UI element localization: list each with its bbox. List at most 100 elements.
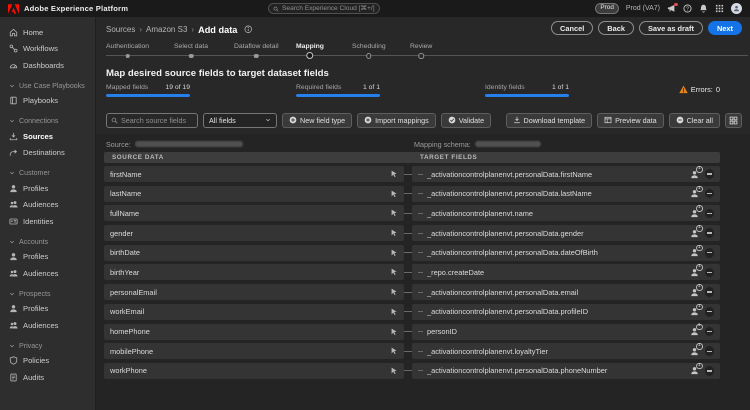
remove-mapping-button[interactable] <box>704 188 714 199</box>
identity-count-icon[interactable]: 1 <box>690 323 703 336</box>
clear-all-button[interactable]: Clear all <box>668 112 720 128</box>
remove-mapping-button[interactable] <box>704 169 714 179</box>
source-field-cell[interactable]: birthYear <box>104 264 404 281</box>
identity-count-icon[interactable]: 1 <box>690 264 703 277</box>
sidebar-group-use-case-playbooks[interactable]: Use Case Playbooks <box>0 79 95 93</box>
sidebar-item-audiences[interactable]: Audiences <box>0 197 95 214</box>
global-search-input[interactable] <box>282 5 375 12</box>
sidebar-item-playbooks[interactable]: Playbooks <box>0 93 95 110</box>
import-mappings-button[interactable]: Import mappings <box>357 112 436 128</box>
identity-count-icon[interactable]: 1 <box>690 343 703 356</box>
sidebar-item-dashboards[interactable]: Dashboards <box>0 57 95 74</box>
source-field-search-input[interactable] <box>121 115 193 125</box>
map-field-icon[interactable] <box>390 170 398 178</box>
remove-mapping-button[interactable] <box>704 267 714 278</box>
step-dataflow-detail[interactable]: Dataflow detail <box>234 43 279 58</box>
map-field-icon[interactable] <box>390 367 398 375</box>
step-mapping[interactable]: Mapping <box>296 43 324 59</box>
map-field-icon[interactable] <box>390 347 398 355</box>
source-field-cell[interactable]: fullName <box>104 205 404 222</box>
remove-mapping-button[interactable] <box>704 228 714 238</box>
sidebar-item-workflows[interactable]: Workflows <box>0 41 95 58</box>
info-icon[interactable] <box>244 25 253 34</box>
step-scheduling[interactable]: Scheduling <box>352 43 386 59</box>
sidebar-item-profiles[interactable]: Profiles <box>0 249 95 266</box>
notifications-bell-icon[interactable] <box>699 4 708 13</box>
sidebar-item-audits[interactable]: Audits <box>0 369 95 386</box>
remove-mapping-button[interactable] <box>704 248 714 258</box>
sidebar-item-home[interactable]: Home <box>0 24 95 41</box>
preview-data-button[interactable]: Preview data <box>597 112 664 128</box>
sidebar-item-sources[interactable]: Sources <box>0 128 95 145</box>
identity-count-icon[interactable]: 1 <box>690 185 703 198</box>
map-field-icon[interactable] <box>390 209 398 217</box>
sidebar-item-audiences[interactable]: Audiences <box>0 265 95 282</box>
identity-count-icon[interactable]: 1 <box>690 362 703 375</box>
target-field-cell[interactable]: personID 1 <box>412 323 720 340</box>
cancel-button[interactable]: Cancel <box>551 21 594 35</box>
org-name[interactable]: Prod (VA7) <box>626 5 660 12</box>
source-field-cell[interactable]: gender <box>104 225 404 242</box>
help-icon[interactable]: ? <box>683 4 692 13</box>
target-field-cell[interactable]: _activationcontrolplanenvt.personalData.… <box>412 225 720 242</box>
target-field-cell[interactable]: _activationcontrolplanenvt.personalData.… <box>412 185 720 202</box>
sidebar-group-accounts[interactable]: Accounts <box>0 235 95 249</box>
remove-mapping-button[interactable] <box>704 287 714 297</box>
step-authentication[interactable]: Authentication <box>106 43 149 58</box>
source-field-cell[interactable]: mobilePhone <box>104 343 404 360</box>
map-field-icon[interactable] <box>390 308 398 316</box>
source-field-cell[interactable]: personalEmail <box>104 284 404 301</box>
sidebar-item-identities[interactable]: Identities <box>0 213 95 230</box>
field-filter-dropdown[interactable]: All fields <box>203 112 277 128</box>
next-button[interactable]: Next <box>707 21 742 35</box>
sidebar-item-policies[interactable]: Policies <box>0 353 95 370</box>
step-review[interactable]: Review <box>410 43 432 59</box>
sidebar-group-prospects[interactable]: Prospects <box>0 287 95 301</box>
sidebar-item-audiences[interactable]: Audiences <box>0 317 95 334</box>
identity-count-icon[interactable]: 1 <box>690 244 703 257</box>
source-field-cell[interactable]: birthDate <box>104 244 404 261</box>
save-as-draft-button[interactable]: Save as draft <box>638 21 703 35</box>
sidebar-item-profiles[interactable]: Profiles <box>0 301 95 318</box>
global-search[interactable] <box>268 3 380 14</box>
remove-mapping-button[interactable] <box>704 346 714 356</box>
sidebar-item-destinations[interactable]: Destinations <box>0 145 95 162</box>
target-field-cell[interactable]: _activationcontrolplanenvt.personalData.… <box>412 284 720 301</box>
target-field-cell[interactable]: _repo.createDate 1 <box>412 264 720 281</box>
source-field-cell[interactable]: workEmail <box>104 303 404 320</box>
apps-grid-icon[interactable] <box>715 4 724 13</box>
sidebar-group-connections[interactable]: Connections <box>0 114 95 128</box>
remove-mapping-button[interactable] <box>704 366 714 376</box>
map-field-icon[interactable] <box>390 229 398 237</box>
map-field-icon[interactable] <box>390 328 398 336</box>
download-template-button[interactable]: Download template <box>505 112 593 128</box>
map-field-icon[interactable] <box>390 190 398 198</box>
target-field-cell[interactable]: _activationcontrolplanenvt.personalData.… <box>412 166 720 182</box>
map-field-icon[interactable] <box>390 288 398 296</box>
identity-count-icon[interactable]: 1 <box>690 166 703 179</box>
announcements-icon[interactable] <box>667 2 678 13</box>
step-select-data[interactable]: Select data <box>174 43 208 58</box>
user-avatar[interactable] <box>731 3 742 14</box>
new-field-type-button[interactable]: New field type <box>282 112 353 128</box>
environment-badge[interactable]: Prod <box>595 3 619 14</box>
source-field-cell[interactable]: homePhone <box>104 323 404 340</box>
source-field-cell[interactable]: workPhone <box>104 362 404 379</box>
remove-mapping-button[interactable] <box>704 208 714 219</box>
remove-mapping-button[interactable] <box>704 326 714 337</box>
identity-count-icon[interactable]: 1 <box>690 303 703 316</box>
grid-view-button[interactable] <box>725 112 742 128</box>
remove-mapping-button[interactable] <box>704 307 714 317</box>
target-field-cell[interactable]: _activationcontrolplanenvt.personalData.… <box>412 244 720 261</box>
validate-button[interactable]: Validate <box>440 112 492 128</box>
breadcrumb-amazon-s3[interactable]: Amazon S3 <box>146 25 187 34</box>
back-button[interactable]: Back <box>598 21 634 35</box>
target-field-cell[interactable]: _activationcontrolplanenvt.personalData.… <box>412 303 720 320</box>
source-field-cell[interactable]: lastName <box>104 185 404 202</box>
map-field-icon[interactable] <box>390 268 398 276</box>
target-field-cell[interactable]: _activationcontrolplanenvt.personalData.… <box>412 362 720 379</box>
breadcrumb-sources[interactable]: Sources <box>106 25 135 34</box>
map-field-icon[interactable] <box>390 249 398 257</box>
identity-count-icon[interactable]: 1 <box>690 284 703 297</box>
sidebar-group-privacy[interactable]: Privacy <box>0 339 95 353</box>
